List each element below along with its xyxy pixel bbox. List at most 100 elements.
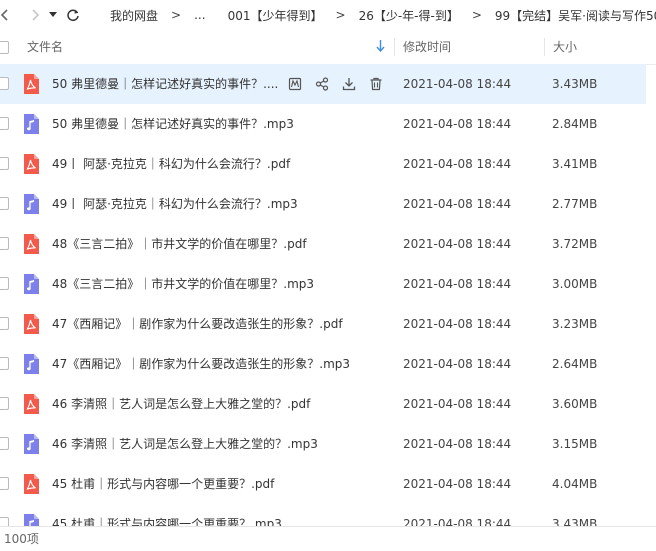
column-divider[interactable] (394, 38, 395, 56)
audio-file-icon (23, 193, 40, 215)
file-row[interactable]: 49丨 阿瑟·克拉克｜科幻为什么会流行？.pdf 2021-04-08 18:44… (0, 144, 646, 184)
row-checkbox[interactable] (0, 517, 9, 526)
file-name[interactable]: 48《三言二拍》｜市井文学的价值在哪里？.pdf (52, 224, 307, 264)
file-name[interactable]: 50 弗里德曼｜怎样记述好真实的事件？.... (52, 64, 278, 104)
row-checkbox[interactable] (0, 277, 9, 290)
pdf-file-icon (23, 233, 40, 255)
file-name[interactable]: 50 弗里德曼｜怎样记述好真实的事件？.mp3 (52, 104, 294, 144)
row-checkbox[interactable] (0, 477, 9, 490)
file-row[interactable]: 46 李清照｜艺人词是怎么登上大雅之堂的？.mp3 2021-04-08 18:4… (0, 424, 646, 464)
select-all-checkbox[interactable] (0, 41, 9, 54)
file-modified: 2021-04-08 18:44 (403, 237, 512, 251)
audio-file-icon (23, 513, 40, 526)
file-size: 3.72MB (552, 237, 598, 251)
download-icon[interactable] (340, 75, 358, 93)
file-modified: 2021-04-08 18:44 (403, 517, 512, 526)
refresh-icon (67, 9, 79, 22)
file-name[interactable]: 47《西厢记》｜剧作家为什么要改造张生的形象？.mp3 (52, 344, 350, 384)
row-checkbox[interactable] (0, 77, 9, 90)
pdf-file-icon (23, 153, 40, 175)
file-row[interactable]: 48《三言二拍》｜市井文学的价值在哪里？.pdf 2021-04-08 18:44… (0, 224, 646, 264)
sort-arrow-down-icon[interactable] (376, 40, 385, 52)
breadcrumb-item-current[interactable]: 99【完结】吴军·阅读与写作50讲 (495, 7, 656, 24)
file-name[interactable]: 47《西厢记》｜剧作家为什么要改造张生的形象？.pdf (52, 304, 343, 344)
file-size: 3.15MB (552, 437, 598, 451)
column-size[interactable]: 大小 (553, 30, 577, 64)
row-checkbox[interactable] (0, 157, 9, 170)
file-row[interactable]: 46 李清照｜艺人词是怎么登上大雅之堂的？.pdf 2021-04-08 18:4… (0, 384, 646, 424)
file-name[interactable]: 46 李清照｜艺人词是怎么登上大雅之堂的？.mp3 (52, 424, 318, 464)
file-row[interactable]: 47《西厢记》｜剧作家为什么要改造张生的形象？.mp3 2021-04-08 18… (0, 344, 646, 384)
file-modified: 2021-04-08 18:44 (403, 277, 512, 291)
file-row[interactable]: 47《西厢记》｜剧作家为什么要改造张生的形象？.pdf 2021-04-08 18… (0, 304, 646, 344)
file-row[interactable]: 45 杜甫｜形式与内容哪一个更重要？.mp3 2021-04-08 18:44 3.… (0, 504, 646, 526)
audio-file-icon (23, 353, 40, 375)
breadcrumb-item-folder-001[interactable]: 001【少年得到】 (228, 7, 323, 24)
row-checkbox[interactable] (0, 397, 9, 410)
file-size: 3.41MB (552, 157, 598, 171)
row-checkbox[interactable] (0, 437, 9, 450)
breadcrumb-item-ellipsis[interactable]: ... (194, 8, 205, 22)
file-modified: 2021-04-08 18:44 (403, 77, 512, 91)
file-name[interactable]: 49丨 阿瑟·克拉克｜科幻为什么会流行？.pdf (52, 144, 290, 184)
row-checkbox[interactable] (0, 237, 9, 250)
file-modified: 2021-04-08 18:44 (403, 117, 512, 131)
pdf-file-icon (23, 473, 40, 495)
pdf-file-icon (23, 73, 40, 95)
file-name[interactable]: 46 李清照｜艺人词是怎么登上大雅之堂的？.pdf (52, 384, 310, 424)
file-size: 3.00MB (552, 277, 598, 291)
file-modified: 2021-04-08 18:44 (403, 317, 512, 331)
file-name[interactable]: 45 杜甫｜形式与内容哪一个更重要？.mp3 (52, 504, 282, 526)
back-button[interactable] (0, 4, 16, 26)
share-icon[interactable] (313, 75, 331, 93)
delete-icon[interactable] (367, 75, 385, 93)
preview-icon[interactable] (286, 75, 304, 93)
file-size: 2.84MB (552, 117, 598, 131)
breadcrumb-separator: > (471, 8, 482, 22)
breadcrumb: 我的网盘 > ... > 001【少年得到】 > 26【少-年-得-到】 > 9… (110, 0, 656, 30)
file-modified: 2021-04-08 18:44 (403, 397, 512, 411)
file-modified: 2021-04-08 18:44 (403, 157, 512, 171)
file-size: 2.77MB (552, 197, 598, 211)
file-row[interactable]: 45 杜甫｜形式与内容哪一个更重要？.pdf 2021-04-08 18:44 4.… (0, 464, 646, 504)
file-row[interactable]: 48《三言二拍》｜市井文学的价值在哪里？.mp3 2021-04-08 18:44… (0, 264, 646, 304)
refresh-button[interactable] (62, 4, 84, 26)
file-name[interactable]: 49丨 阿瑟·克拉克｜科幻为什么会流行？.mp3 (52, 184, 298, 224)
chevron-left-icon (0, 9, 8, 21)
file-size: 4.04MB (552, 477, 598, 491)
row-actions (286, 75, 394, 93)
file-modified: 2021-04-08 18:44 (403, 197, 512, 211)
file-name[interactable]: 48《三言二拍》｜市井文学的价值在哪里？.mp3 (52, 264, 314, 304)
item-count: 100项 (4, 532, 39, 546)
file-size: 2.64MB (552, 357, 598, 371)
chevron-right-icon (32, 9, 40, 21)
file-list[interactable]: 50 弗里德曼｜怎样记述好真实的事件？.... 2021-04-08 18:44 3… (0, 64, 656, 526)
file-size: 3.43MB (552, 517, 598, 526)
audio-file-icon (23, 113, 40, 135)
status-bar: 100项 (0, 526, 656, 551)
file-size: 3.43MB (552, 77, 598, 91)
file-modified: 2021-04-08 18:44 (403, 357, 512, 371)
row-checkbox[interactable] (0, 117, 9, 130)
column-divider[interactable] (544, 38, 545, 56)
column-modified[interactable]: 修改时间 (403, 30, 451, 64)
row-checkbox[interactable] (0, 317, 9, 330)
audio-file-icon (23, 273, 40, 295)
history-dropdown-button[interactable] (46, 4, 60, 26)
column-name[interactable]: 文件名 (27, 30, 63, 64)
row-checkbox[interactable] (0, 357, 9, 370)
caret-down-icon (49, 12, 57, 17)
row-checkbox[interactable] (0, 197, 9, 210)
forward-button[interactable] (24, 4, 46, 26)
breadcrumb-item-root[interactable]: 我的网盘 (110, 7, 158, 24)
breadcrumb-item-folder-26[interactable]: 26【少-年-得-到】 (359, 7, 459, 24)
file-row[interactable]: 50 弗里德曼｜怎样记述好真实的事件？.mp3 2021-04-08 18:44 2… (0, 104, 646, 144)
file-name[interactable]: 45 杜甫｜形式与内容哪一个更重要？.pdf (52, 464, 274, 504)
file-modified: 2021-04-08 18:44 (403, 477, 512, 491)
audio-file-icon (23, 433, 40, 455)
nav-buttons (0, 4, 84, 26)
breadcrumb-separator: > (335, 8, 346, 22)
file-row[interactable]: 50 弗里德曼｜怎样记述好真实的事件？.... 2021-04-08 18:44 3… (0, 64, 646, 104)
pdf-file-icon (23, 393, 40, 415)
file-row[interactable]: 49丨 阿瑟·克拉克｜科幻为什么会流行？.mp3 2021-04-08 18:44… (0, 184, 646, 224)
